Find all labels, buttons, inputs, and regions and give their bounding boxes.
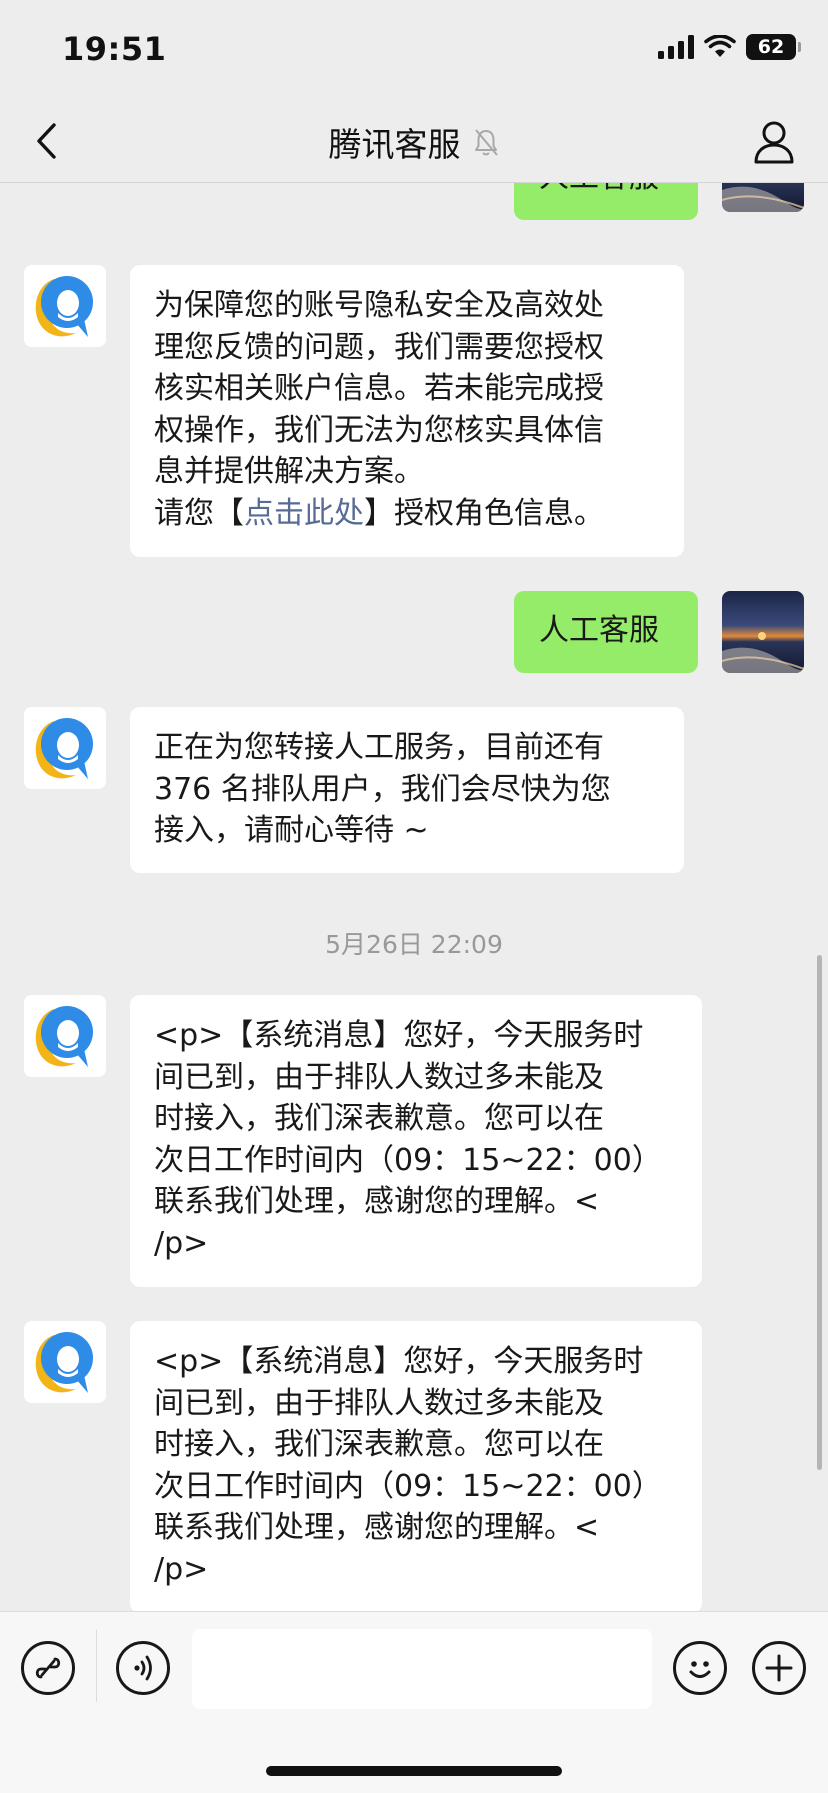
mini-program-button[interactable] [21,1641,75,1695]
authorize-link[interactable]: 点击此处 [244,496,364,531]
status-bar: 19:51 62 [0,0,828,100]
status-time: 19:51 [62,30,167,68]
status-icons: 62 [658,34,801,60]
message-line: <p>【系统消息】您好，今天服务时 [154,1018,644,1053]
sunset-avatar-image [722,591,804,673]
message-line: 间已到，由于排队人数过多未能及 [154,1059,604,1095]
message-line: 联系我们处理，感谢您的理解。< [154,1184,600,1219]
message-text: 请您【 [154,495,244,531]
qq-service-logo-icon [24,707,106,789]
input-divider [96,1630,97,1702]
profile-button[interactable] [750,118,798,166]
message-line: /p> [154,1551,209,1587]
sunset-avatar-image [722,183,804,212]
message-line: 376 名排队用户，我们会尽快为您 [154,771,611,807]
message-line: 间已到，由于排队人数过多未能及 [154,1385,604,1421]
message-line: 联系我们处理，感谢您的理解。< [154,1510,600,1545]
message-text: 人工客服 [539,613,659,648]
link-icon [35,1657,61,1679]
message-text: 人工客服 [539,183,659,195]
signal-icon [658,35,694,59]
emoji-icon [689,1661,711,1678]
message-line: 时接入，我们深表歉意。您可以在 [154,1101,604,1136]
message-line: 核实相关账户信息。若未能完成授 [154,371,604,406]
user-message-bubble[interactable]: 人工客服 [514,591,698,673]
bot-avatar[interactable] [24,995,106,1077]
message-line: 请您【点击此处】授权角色信息。 [154,493,660,535]
user-message-bubble[interactable]: 人工客服 [514,183,698,220]
message-line: 接入，请耐心等待 ~ [154,813,429,848]
bell-muted-icon [474,129,498,156]
message-line: 息并提供解决方案。 [154,454,424,489]
message-input[interactable] [192,1629,652,1709]
plus-icon [765,1654,793,1682]
message-line: /p> [154,1225,209,1261]
input-bar [0,1611,828,1793]
wifi-icon [704,35,736,57]
person-icon [754,121,794,164]
bot-avatar[interactable] [24,1321,106,1403]
message-text: 】授权角色信息。 [364,495,604,531]
message-line: 次日工作时间内（09：15~22：00） [154,1468,662,1504]
qq-service-logo-icon [24,265,106,347]
emoji-button[interactable] [673,1641,727,1695]
qq-service-logo-icon [24,995,106,1077]
bot-avatar[interactable] [24,265,106,347]
page-title: 腾讯客服 [328,125,461,164]
bot-message-bubble[interactable]: 正在为您转接人工服务，目前还有 376 名排队用户，我们会尽快为您 接入，请耐心… [130,707,684,873]
message-line: 正在为您转接人工服务，目前还有 [154,730,604,765]
voice-icon [134,1655,152,1681]
more-button[interactable] [752,1641,806,1695]
bot-message-bubble[interactable]: <p>【系统消息】您好，今天服务时 间已到，由于排队人数过多未能及 时接入，我们… [130,995,702,1287]
bot-message-bubble[interactable]: <p>【系统消息】您好，今天服务时 间已到，由于排队人数过多未能及 时接入，我们… [130,1321,702,1611]
chat-scrollbar[interactable] [817,955,822,1470]
battery-indicator: 62 [746,34,801,60]
message-line: 权操作，我们无法为您核实具体信 [154,412,604,448]
bot-message-bubble[interactable]: 为保障您的账号隐私安全及高效处 理您反馈的问题，我们需要您授权 核实相关账户信息… [130,265,684,557]
voice-button[interactable] [116,1641,170,1695]
chat-area[interactable]: 人工客服 [0,183,828,1611]
message-line: 为保障您的账号隐私安全及高效处 [154,288,604,323]
user-avatar[interactable] [722,183,804,212]
home-indicator[interactable] [266,1766,562,1776]
nav-title-area: 腾讯客服 [0,118,828,166]
message-line: 次日工作时间内（09：15~22：00） [154,1142,662,1178]
nav-bar: 腾讯客服 [0,100,828,183]
qq-service-logo-icon [24,1321,106,1403]
message-line: 理您反馈的问题，我们需要您授权 [154,329,604,365]
bot-avatar[interactable] [24,707,106,789]
user-avatar[interactable] [722,591,804,673]
message-timestamp: 5月26日 22:09 [325,930,503,959]
message-line: <p>【系统消息】您好，今天服务时 [154,1344,644,1379]
message-line: 时接入，我们深表歉意。您可以在 [154,1427,604,1462]
